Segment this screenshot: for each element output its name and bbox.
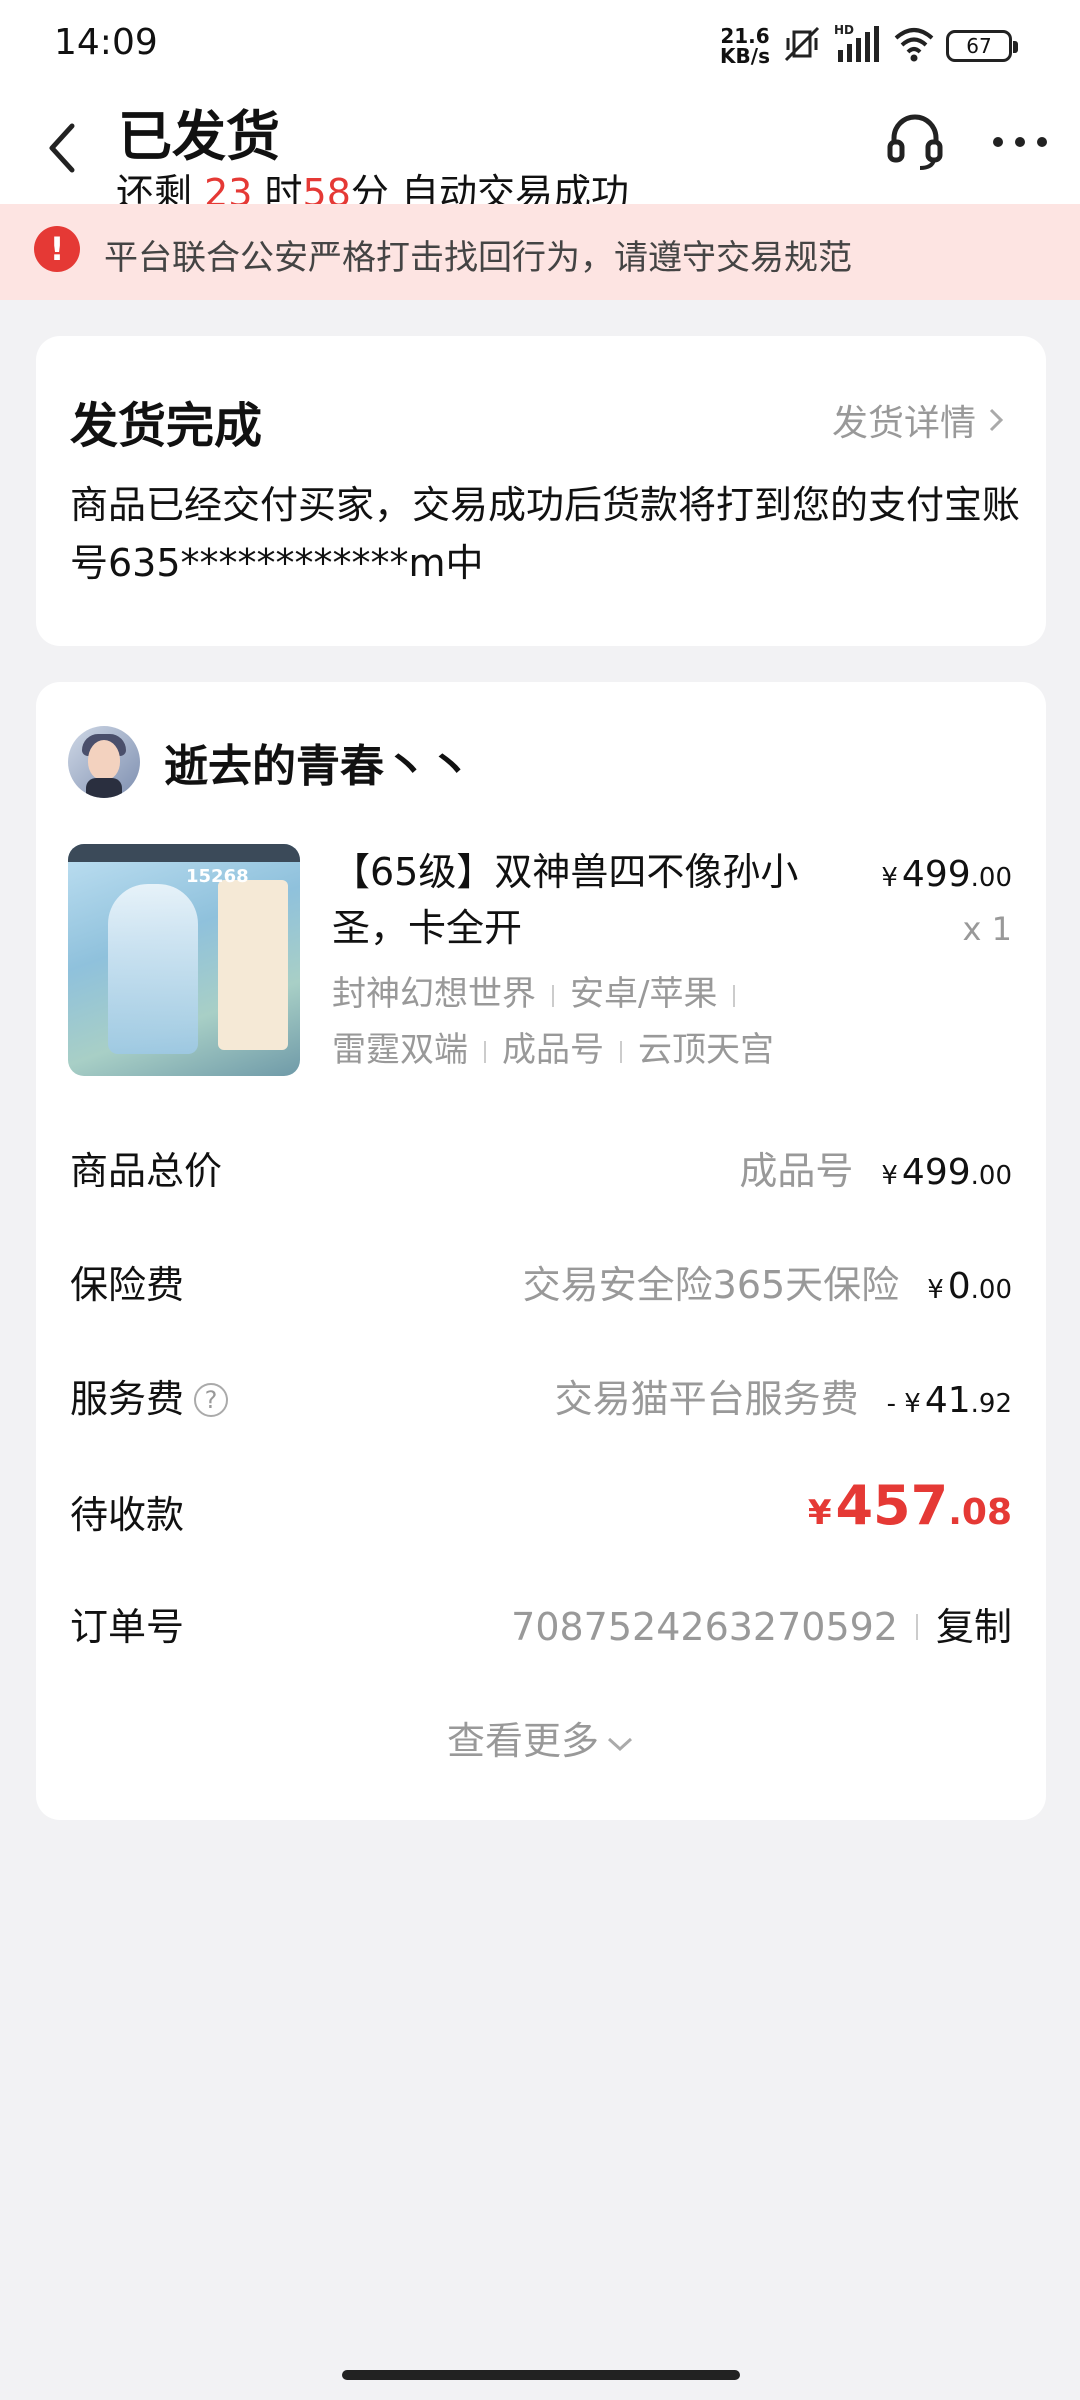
delivery-details-link[interactable]: 发货详情 — [832, 394, 1006, 446]
view-more-button[interactable]: 查看更多 — [36, 1710, 1046, 1765]
service-fee-value: - ¥41.92 — [886, 1380, 1012, 1421]
seller-name[interactable]: 逝去的青春丶丶 — [164, 730, 472, 794]
pending-amount-row: 待收款 ¥457.08 — [70, 1474, 1012, 1537]
network-speed: 21.6 KB/s — [720, 24, 770, 68]
total-price-row: 商品总价 成品号 ¥499.00 — [70, 1149, 1012, 1193]
warning-icon: ! — [34, 226, 80, 272]
delivery-description: 商品已经交付买家，交易成功后货款将打到您的支付宝账号635***********… — [70, 483, 1021, 585]
page-title: 已发货 — [118, 105, 280, 168]
mute-vibrate-icon — [784, 26, 820, 62]
pending-amount-value: ¥457.08 — [807, 1474, 1012, 1537]
chevron-right-icon — [989, 408, 1004, 432]
warning-banner: ! 平台联合公安严格打击找回行为，请遵守交易规范 — [0, 204, 1080, 300]
order-card: 逝去的青春丶丶 15268 【65级】双神兽四不像孙小圣，卡全开 ¥499.00… — [36, 682, 1046, 1820]
warning-text: 平台联合公安严格打击找回行为，请遵守交易规范 — [104, 238, 852, 278]
tag: 成品号 — [502, 1030, 604, 1070]
avatar[interactable] — [68, 726, 140, 798]
thumbnail-badge: 15268 — [186, 866, 249, 887]
insurance-value: ¥0.00 — [927, 1266, 1012, 1307]
back-icon[interactable] — [36, 112, 92, 184]
headset-icon[interactable] — [884, 110, 946, 172]
tag: 云顶天宫 — [638, 1030, 774, 1070]
more-icon[interactable] — [990, 122, 1050, 162]
delivery-status-card: 发货完成 发货详情 商品已经交付买家，交易成功后货款将打到您的支付宝账号635*… — [36, 336, 1046, 646]
tag: 安卓/苹果 — [570, 974, 718, 1014]
insurance-row: 保险费 交易安全险365天保险 ¥0.00 — [70, 1263, 1012, 1307]
order-number-row: 订单号 7087524263270592 复制 — [70, 1596, 1012, 1656]
status-time: 14:09 — [54, 22, 158, 63]
total-price-value: ¥499.00 — [881, 1152, 1012, 1193]
tag: 雷霆双端 — [332, 1030, 468, 1070]
page-header: 已发货 还剩 23 时58分 自动交易成功 — [0, 92, 1080, 215]
chevron-down-icon — [607, 1737, 633, 1752]
order-number-value: 7087524263270592 — [511, 1605, 898, 1649]
product-tags: 封神幻想世界 安卓/苹果 雷霆双端 成品号 云顶天宫 — [332, 966, 852, 1078]
product-title[interactable]: 【65级】双神兽四不像孙小圣，卡全开 — [332, 844, 842, 956]
help-icon[interactable]: ? — [194, 1383, 229, 1417]
signal-icon: HD — [834, 23, 879, 62]
copy-button[interactable]: 复制 — [936, 1596, 1012, 1651]
home-indicator[interactable] — [342, 2370, 740, 2380]
product-quantity: x 1 — [962, 910, 1012, 948]
product-price: ¥499.00 — [881, 854, 1012, 895]
tag: 封神幻想世界 — [332, 974, 536, 1014]
wifi-icon — [894, 28, 934, 62]
status-bar: 14:09 21.6 KB/s HD 67 — [0, 0, 1080, 92]
product-thumbnail[interactable]: 15268 — [68, 844, 300, 1076]
svg-text:HD: HD — [834, 23, 854, 37]
service-fee-row: 服务费? 交易猫平台服务费 - ¥41.92 — [70, 1377, 1012, 1421]
delivery-title: 发货完成 — [70, 398, 263, 454]
battery-indicator: 67 — [946, 30, 1018, 62]
